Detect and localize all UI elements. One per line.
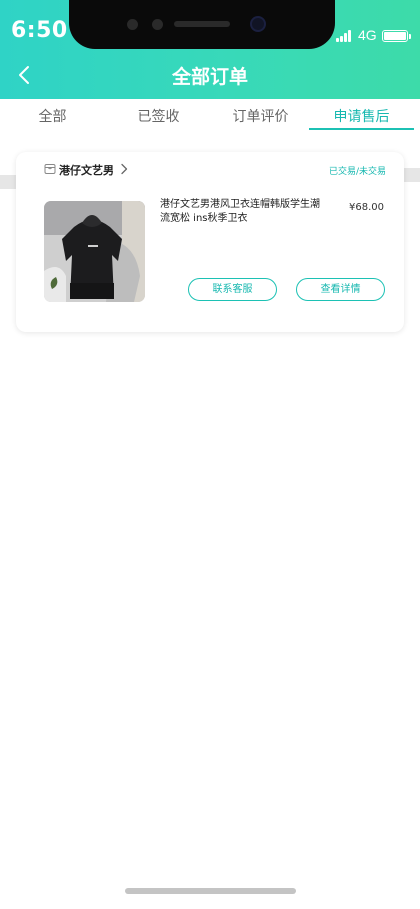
contact-service-button[interactable]: 联系客服 <box>188 278 277 301</box>
tab-after-sales[interactable]: 申请售后 <box>309 106 414 126</box>
shop-name[interactable]: 港仔文艺男 <box>59 162 114 178</box>
notch-camera <box>250 16 266 32</box>
order-card: 港仔文艺男 已交易/未交易 港仔文艺男港风卫衣连帽韩版学生潮流宽松 ins秋季卫… <box>16 152 404 332</box>
tab-review[interactable]: 订单评价 <box>208 106 313 126</box>
product-title[interactable]: 港仔文艺男港风卫衣连帽韩版学生潮流宽松 ins秋季卫衣 <box>160 198 326 226</box>
signal-icon <box>336 30 354 42</box>
product-image[interactable] <box>44 201 145 302</box>
page-title: 全部订单 <box>171 66 248 88</box>
view-details-button[interactable]: 查看详情 <box>296 278 385 301</box>
tab-signed[interactable]: 已签收 <box>106 106 211 126</box>
notch-sensor <box>152 19 163 30</box>
battery-icon <box>382 30 411 42</box>
home-indicator[interactable] <box>125 888 296 894</box>
app-header: 6:50 4G 全部订单 <box>0 0 420 99</box>
network-label: 4G <box>358 27 377 43</box>
device-notch <box>69 0 335 49</box>
hoodie-photo <box>44 201 145 302</box>
tab-all[interactable]: 全部 <box>0 106 105 126</box>
chevron-right-icon[interactable] <box>120 163 128 175</box>
store-icon <box>44 164 56 174</box>
notch-sensor <box>127 19 138 30</box>
background-strip <box>403 168 420 182</box>
active-tab-indicator <box>309 128 414 130</box>
product-price: ¥68.00 <box>349 202 384 213</box>
status-time: 6:50 <box>11 18 68 43</box>
notch-speaker <box>174 21 230 27</box>
trade-status: 已交易/未交易 <box>328 167 386 177</box>
